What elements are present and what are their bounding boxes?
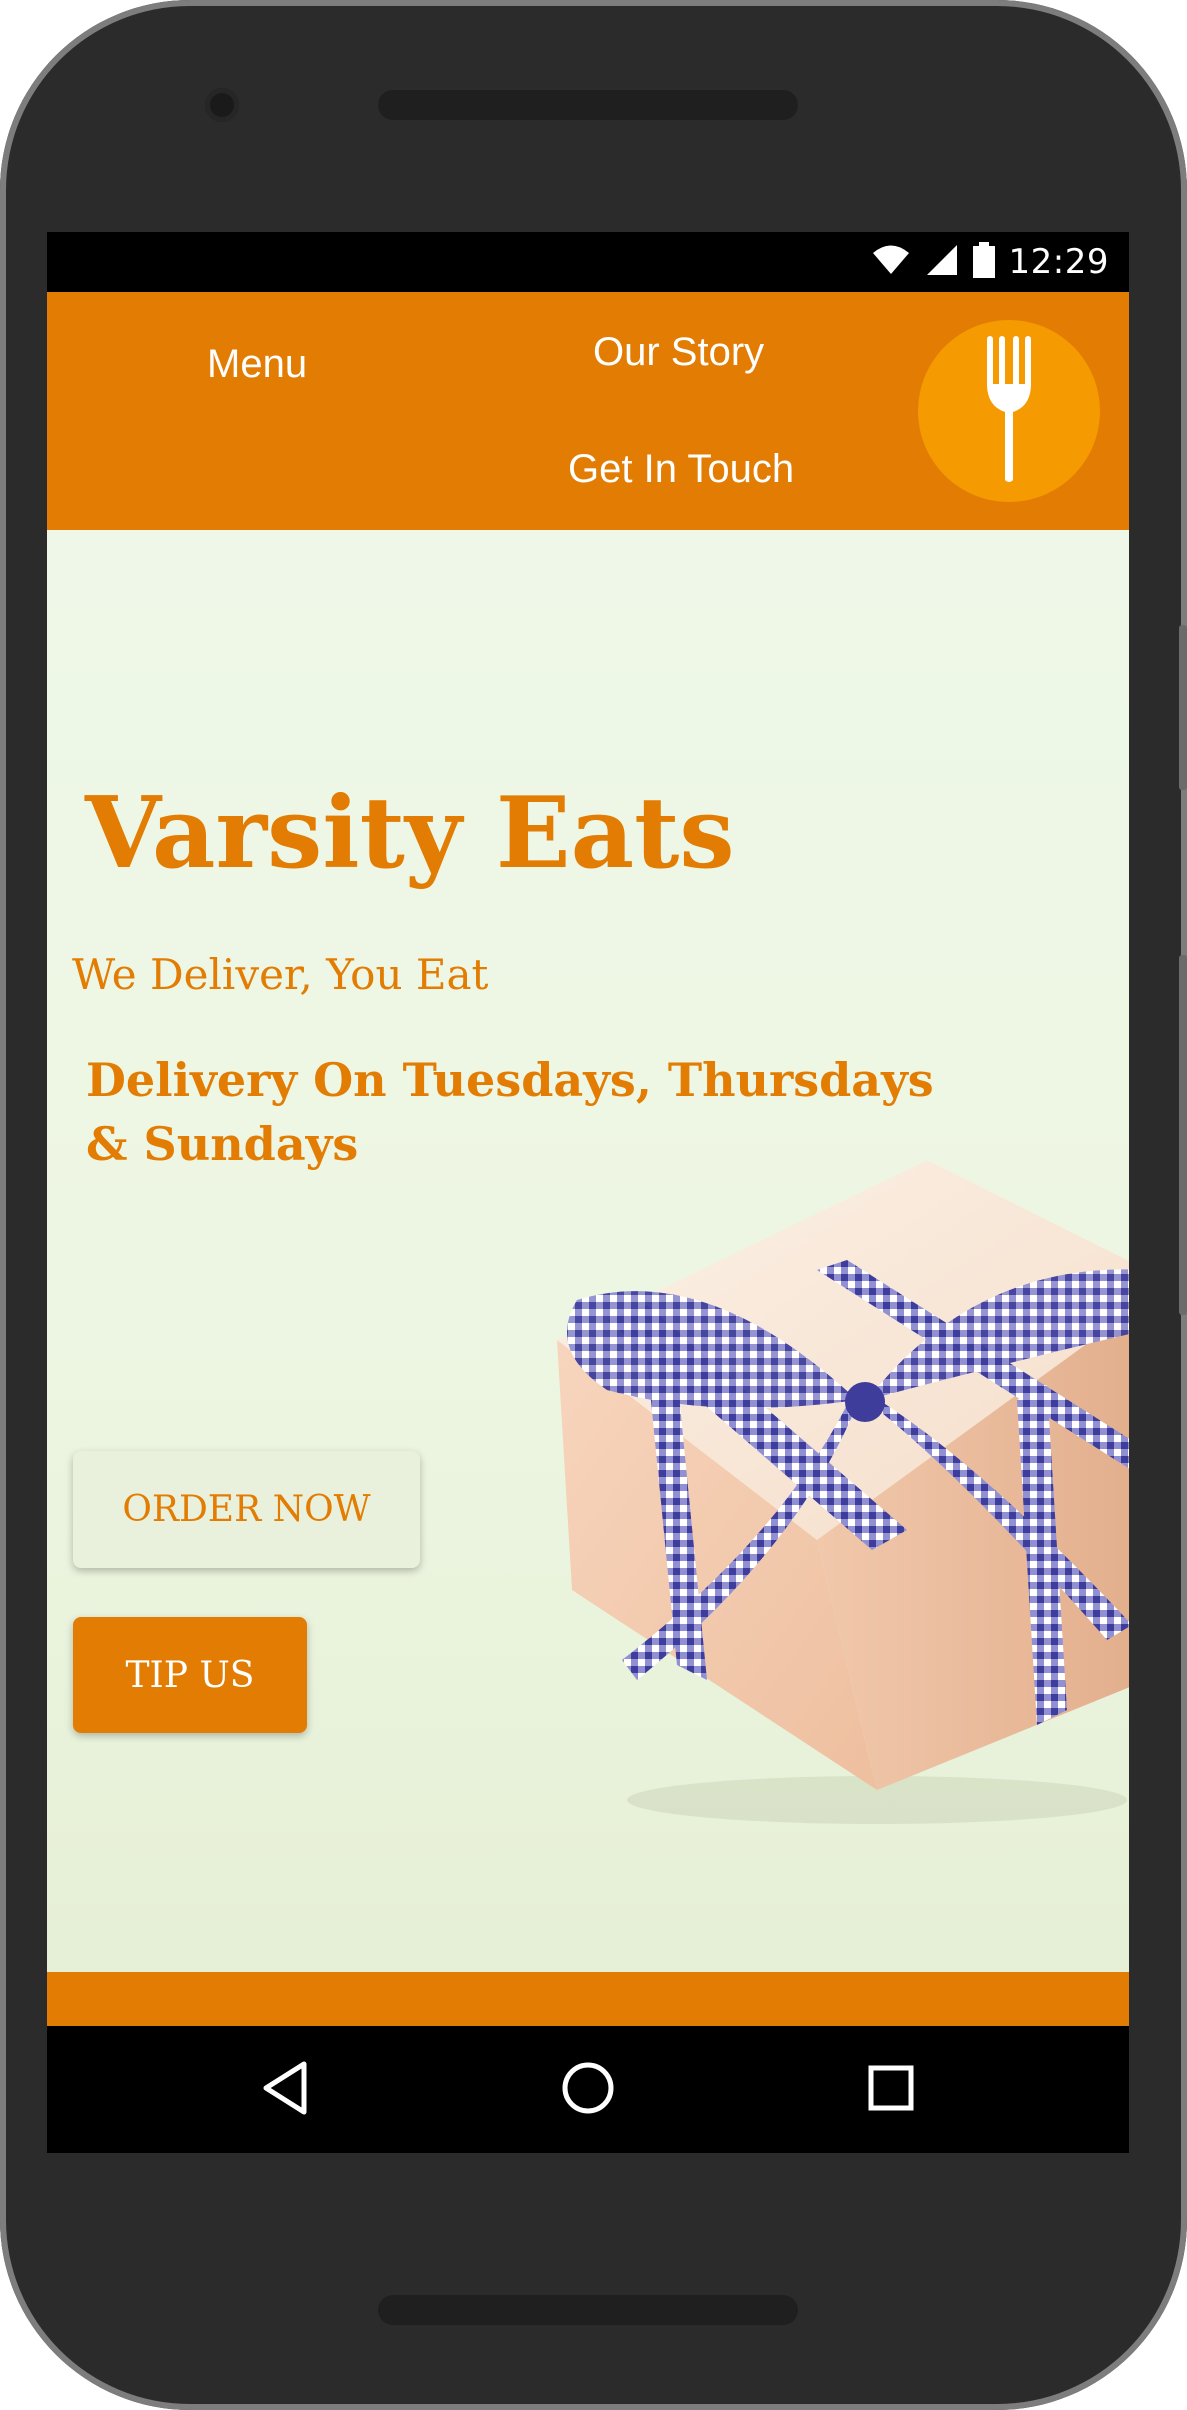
logo[interactable] <box>918 320 1100 502</box>
device-screen: 12:29 Menu Our Story Get In Touch Varsit… <box>47 232 1129 2153</box>
gift-box-image <box>557 1160 1129 1824</box>
power-button <box>1179 625 1187 790</box>
system-nav-bar <box>47 2026 1129 2153</box>
battery-icon <box>972 241 995 283</box>
home-icon <box>560 2060 616 2121</box>
recent-apps-button[interactable] <box>853 2052 929 2128</box>
nav-link-our-story[interactable]: Our Story <box>593 330 764 375</box>
status-icons: 12:29 <box>871 240 1109 284</box>
back-icon <box>260 2060 310 2121</box>
status-bar: 12:29 <box>47 232 1129 292</box>
home-button[interactable] <box>550 2052 626 2128</box>
nav-link-menu[interactable]: Menu <box>207 342 307 387</box>
hero-title: Varsity Eats <box>85 776 735 891</box>
status-time: 12:29 <box>1008 242 1109 282</box>
fork-icon <box>979 334 1039 489</box>
tip-us-button[interactable]: TIP US <box>73 1617 307 1733</box>
app-header: Menu Our Story Get In Touch <box>47 292 1129 530</box>
phone-frame: 12:29 Menu Our Story Get In Touch Varsit… <box>0 0 1187 2410</box>
hero-tagline: We Deliver, You Eat <box>72 950 489 999</box>
front-camera <box>205 88 239 122</box>
cell-signal-icon <box>925 243 959 282</box>
volume-button <box>1179 955 1187 1315</box>
order-now-button[interactable]: ORDER NOW <box>73 1451 420 1568</box>
hero-section: Varsity Eats We Deliver, You Eat Deliver… <box>47 530 1129 1972</box>
bottom-speaker <box>378 2295 798 2325</box>
wifi-icon <box>871 244 911 281</box>
nav-link-get-in-touch[interactable]: Get In Touch <box>568 447 794 492</box>
earpiece-speaker <box>378 90 798 120</box>
back-button[interactable] <box>247 2052 323 2128</box>
footer-strip <box>47 1972 1129 2026</box>
recent-apps-icon <box>866 2063 916 2118</box>
